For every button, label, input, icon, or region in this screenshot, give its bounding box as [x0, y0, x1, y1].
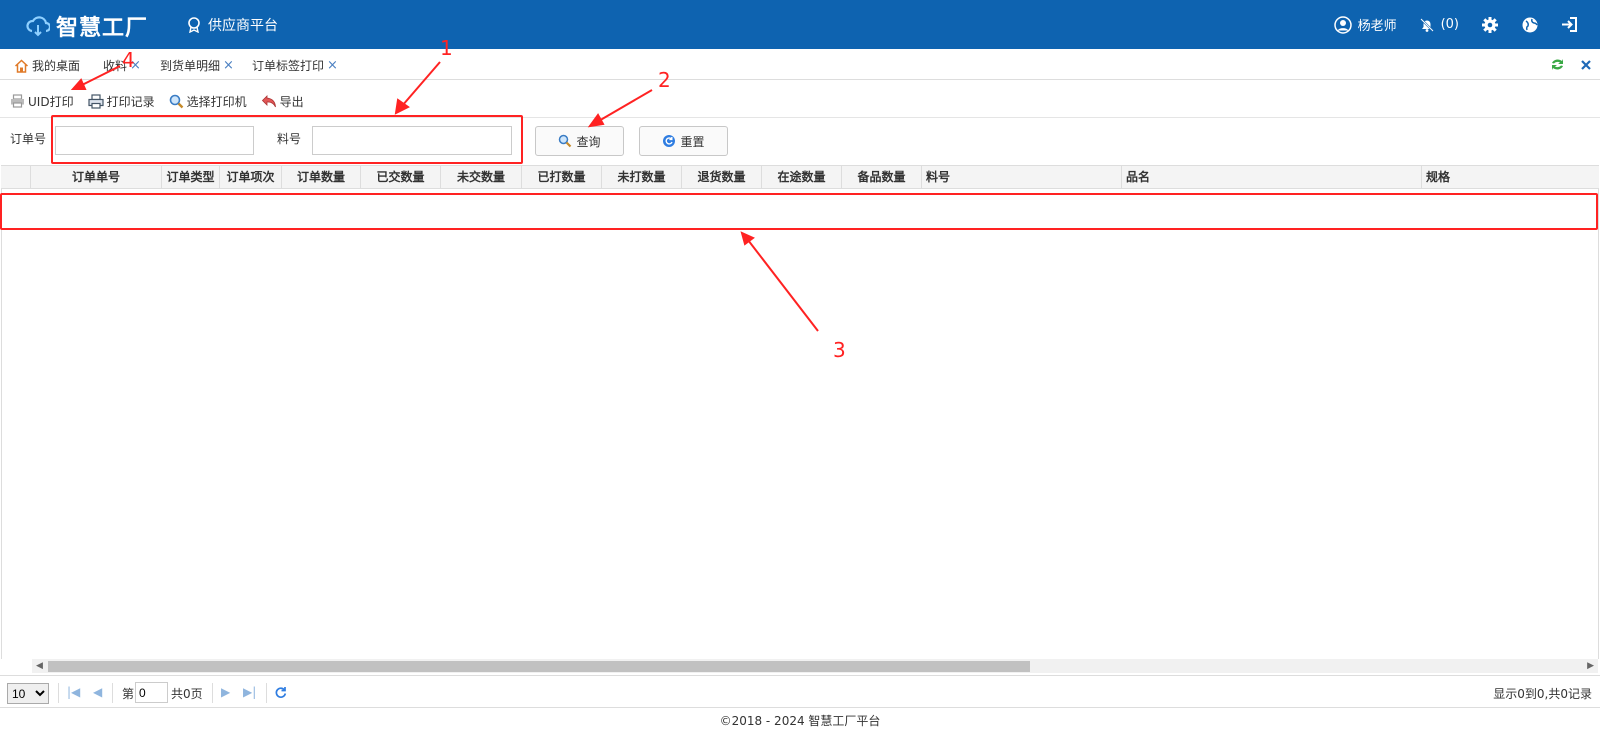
annotation-label-4: 4 [122, 48, 135, 72]
annotation-label-2: 2 [658, 68, 671, 92]
annotation-label-1: 1 [440, 36, 453, 60]
annotation-label-3: 3 [833, 338, 846, 362]
annotation-arrows [70, 61, 819, 332]
